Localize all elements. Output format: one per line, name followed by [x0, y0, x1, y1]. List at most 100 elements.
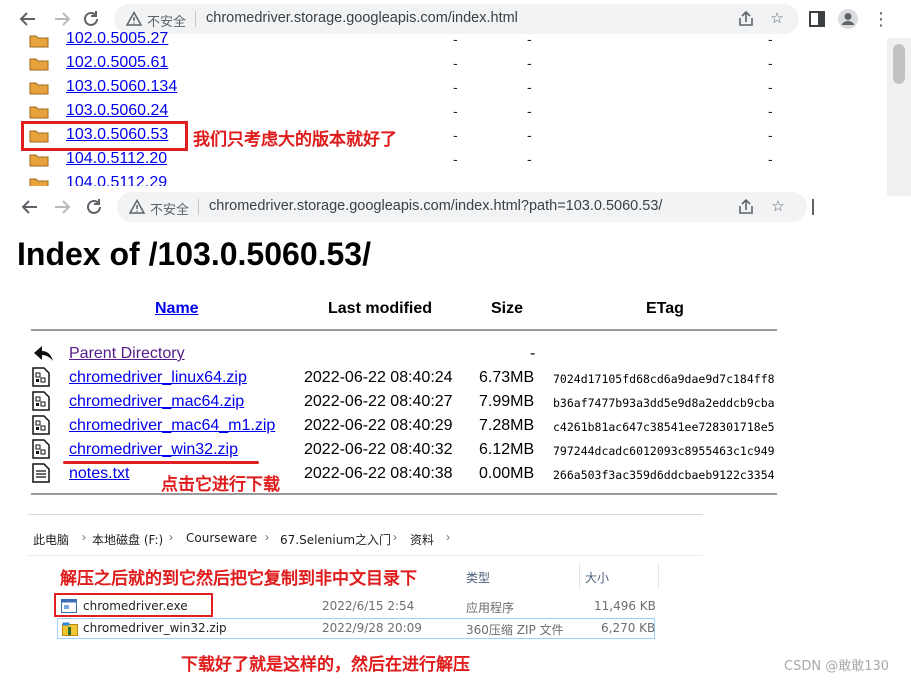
modified-value: - [453, 79, 458, 95]
file-modified: 2022-06-22 08:40:24 [304, 369, 453, 386]
browser-toolbar-second: 不安全 chromedriver.storage.googleapis.com/… [12, 188, 817, 226]
file-link[interactable]: chromedriver_mac64_m1.zip [69, 417, 275, 435]
folder-icon [29, 154, 49, 167]
address-bar[interactable]: 不安全 chromedriver.storage.googleapis.com/… [117, 192, 807, 222]
file-date: 2022/6/15 2:54 [322, 599, 415, 613]
page-scrollbar-thumb[interactable] [893, 44, 905, 84]
column-header-last-modified: Last modified [328, 300, 433, 317]
file-etag: c4261b81ac647c38541ee728301718e5 [553, 420, 775, 434]
breadcrumb-item[interactable]: Courseware [186, 531, 257, 545]
breadcrumb-item[interactable]: 本地磁盘 (F:) [92, 531, 163, 548]
table-footer-divider [31, 493, 777, 495]
insecure-label: 不安全 [147, 14, 187, 29]
column-header-name[interactable]: Name [155, 300, 199, 318]
etag-value: - [768, 55, 773, 71]
breadcrumb-divider [28, 555, 703, 556]
binary-file-icon [32, 439, 50, 459]
folder-icon [29, 58, 49, 71]
size-value: - [527, 151, 532, 167]
file-etag: b36af7477b93a3dd5e9d8a2eddcb9cba [553, 396, 775, 410]
bookmark-star-icon[interactable]: ☆ [768, 10, 786, 28]
side-panel-icon[interactable] [806, 8, 828, 30]
file-type: 360压缩 ZIP 文件 [466, 623, 564, 637]
directory-link[interactable]: 103.0.5060.134 [66, 78, 177, 96]
highlight-box-exe [54, 593, 213, 617]
warning-triangle-icon [126, 11, 142, 26]
directory-link[interactable]: 102.0.5005.61 [66, 54, 168, 72]
file-link[interactable]: chromedriver_mac64.zip [69, 393, 244, 411]
size-value: - [527, 103, 532, 119]
directory-link[interactable]: 102.0.5005.27 [66, 30, 168, 48]
directory-link[interactable]: 103.0.5060.24 [66, 102, 168, 120]
etag-value: - [768, 127, 773, 143]
annotation-click-note: 点击它进行下载 [161, 475, 280, 495]
modified-value: - [453, 127, 458, 143]
toolbar-divider [812, 199, 814, 215]
parent-size: - [530, 345, 536, 362]
file-link-win32[interactable]: chromedriver_win32.zip [69, 441, 238, 459]
highlight-box-version [21, 121, 188, 151]
url-text[interactable]: chromedriver.storage.googleapis.com/inde… [209, 198, 662, 214]
etag-value: - [768, 151, 773, 167]
annotation-unzip-note: 解压之后就的到它然后把它复制到非中文目录下 [60, 569, 417, 589]
column-header-size[interactable]: 大小 [585, 569, 609, 586]
column-header-etag: ETag [646, 300, 684, 317]
binary-file-icon [32, 367, 50, 387]
warning-triangle-icon [129, 199, 145, 214]
column-divider [579, 563, 580, 589]
zip-archive-icon [62, 622, 78, 636]
url-text[interactable]: chromedriver.storage.googleapis.com/inde… [206, 10, 518, 26]
reload-icon[interactable] [83, 196, 105, 218]
reload-icon[interactable] [80, 8, 102, 30]
file-size: 7.28MB [479, 417, 535, 434]
file-link[interactable]: notes.txt [69, 465, 129, 483]
column-header-type[interactable]: 类型 [466, 569, 490, 586]
explorer-row-selected[interactable]: chromedriver_win32.zip 2022/9/28 20:09 3… [57, 618, 655, 639]
address-bar[interactable]: 不安全 chromedriver.storage.googleapis.com/… [114, 4, 799, 34]
file-size: 6,270 KB [601, 621, 656, 635]
insecure-label: 不安全 [150, 202, 190, 217]
file-size: 7.99MB [479, 393, 535, 410]
share-icon[interactable] [737, 198, 755, 216]
bookmark-star-icon[interactable]: ☆ [769, 198, 787, 216]
breadcrumb-item[interactable]: 67.Selenium之入门 [280, 531, 391, 548]
size-value: - [527, 55, 532, 71]
breadcrumb-item[interactable]: 资料 [410, 531, 434, 548]
forward-arrow-icon[interactable] [51, 196, 73, 218]
annotation-version-note: 我们只考虑大的版本就好了 [193, 130, 397, 150]
breadcrumb-item[interactable]: 此电脑 [33, 531, 69, 548]
chevron-right-icon: › [265, 530, 269, 544]
file-etag: 797244dcadc6012093c8955463c1c949 [553, 444, 775, 458]
chevron-right-icon: › [82, 530, 86, 544]
back-arrow-icon[interactable] [17, 8, 39, 30]
modified-value: - [453, 151, 458, 167]
size-value: - [527, 31, 532, 47]
parent-directory-link[interactable]: Parent Directory [69, 345, 185, 363]
folder-icon [29, 82, 49, 95]
column-header-size: Size [491, 300, 524, 317]
chevron-right-icon: › [393, 530, 397, 544]
file-size: 0.00MB [479, 465, 535, 482]
forward-arrow-icon[interactable] [51, 8, 73, 30]
annotation-done-note: 下载好了就是这样的，然后在进行解压 [181, 655, 470, 675]
file-link[interactable]: chromedriver_linux64.zip [69, 369, 247, 387]
size-value: - [527, 127, 532, 143]
more-menu-icon[interactable]: ⋮ [870, 8, 892, 30]
omnibox-divider [195, 11, 196, 27]
file-size: 11,496 KB [594, 599, 656, 613]
chevron-right-icon: › [446, 530, 450, 544]
profile-avatar-icon[interactable] [837, 8, 859, 30]
file-date: 2022/9/28 20:09 [322, 621, 422, 635]
file-modified: 2022-06-22 08:40:27 [304, 393, 453, 410]
column-divider [658, 563, 659, 589]
file-size: 6.73MB [479, 369, 535, 386]
modified-value: - [453, 55, 458, 71]
etag-value: - [768, 79, 773, 95]
directory-link[interactable]: 104.0.5112.20 [66, 150, 167, 168]
watermark: CSDN @敢敢130 [784, 659, 890, 674]
share-icon[interactable] [737, 10, 755, 28]
file-modified: 2022-06-22 08:40:29 [304, 417, 453, 434]
back-arrow-icon[interactable] [19, 196, 41, 218]
folder-icon [29, 35, 49, 48]
modified-value: - [453, 31, 458, 47]
